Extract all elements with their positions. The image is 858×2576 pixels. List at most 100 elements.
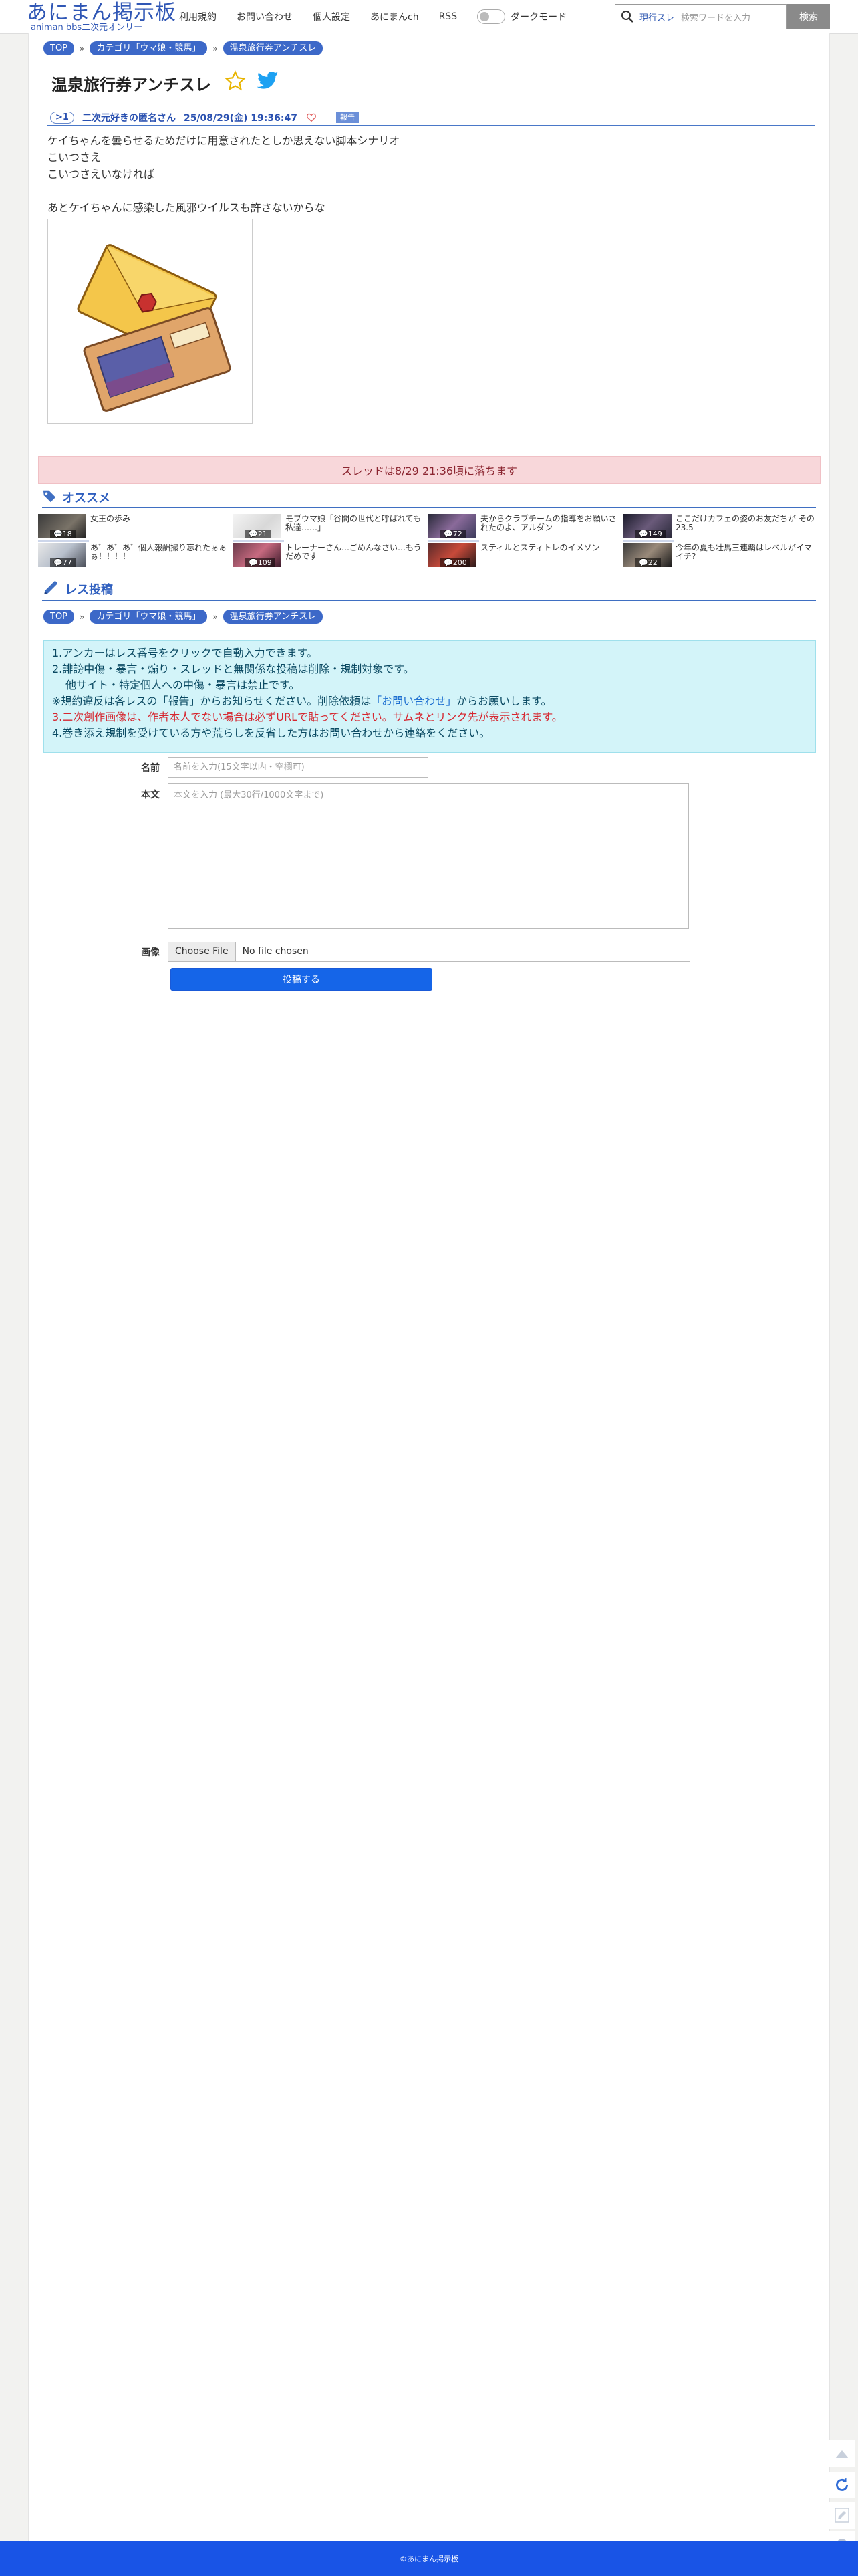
divider	[38, 540, 89, 542]
res-number[interactable]: >1	[50, 112, 74, 124]
rule-1: 1.アンカーはレス番号をクリックで自動入力できます。	[52, 647, 318, 659]
search-input[interactable]: 検索ワードを入力	[681, 11, 750, 23]
logo-title: あにまん掲示板	[27, 1, 176, 25]
tag-icon	[42, 489, 57, 506]
comment-count: 💬149	[635, 530, 666, 538]
main-content: TOP » カテゴリ「ウマ娘・競馬」 » 温泉旅行券アンチスレ 温泉旅行券アンチ…	[28, 33, 830, 2541]
recommend-title-text: トレーナーさん…ごめんなさい…もうだめです	[285, 543, 422, 561]
thread-title-row: 温泉旅行券アンチスレ	[51, 70, 279, 96]
divider	[233, 540, 284, 542]
reply-title: レス投稿	[65, 583, 113, 597]
rule-report: ※規約違反は各レスの「報告」からお知らせください。削除依頼は「お問い合わせ」から…	[52, 695, 552, 707]
breadcrumb-category[interactable]: カテゴリ「ウマ娘・競馬」	[90, 610, 208, 624]
recommend-item[interactable]: 💬200 スティルとスティトレのイメソン	[428, 543, 622, 567]
name-input[interactable]: 名前を入力(15文字以内・空欄可)	[168, 757, 428, 778]
breadcrumb-top[interactable]: TOP	[43, 41, 75, 55]
breadcrumb-separator: »	[80, 612, 85, 622]
comment-count: 💬109	[245, 558, 275, 567]
comment-count: 💬77	[50, 558, 76, 567]
breadcrumb-thread[interactable]: 温泉旅行券アンチスレ	[223, 610, 323, 624]
breadcrumb-top[interactable]: TOP	[43, 610, 75, 624]
rule-2: 2.誹謗中傷・暴言・煽り・スレッドと無関係な投稿は削除・規制対象です。	[52, 663, 414, 675]
twitter-icon[interactable]	[257, 71, 279, 94]
recommend-header: オススメ	[42, 488, 816, 508]
submit-button[interactable]: 投稿する	[170, 968, 432, 991]
choose-file-button[interactable]: Choose File	[168, 942, 236, 961]
thread-title: 温泉旅行券アンチスレ	[51, 75, 212, 94]
recommend-title-text: モブウマ娘「谷間の世代と呼ばれても私達……」	[285, 514, 422, 532]
nav-contact[interactable]: お問い合わせ	[237, 10, 293, 23]
site-footer: ©あにまん掲示板	[0, 2541, 858, 2576]
write-button[interactable]	[829, 2502, 855, 2529]
search-button[interactable]: 検索	[787, 4, 830, 29]
comment-count: 💬72	[440, 530, 466, 538]
scroll-top-button[interactable]	[829, 2440, 855, 2467]
report-button[interactable]: 報告	[335, 112, 359, 123]
breadcrumb-thread[interactable]: 温泉旅行券アンチスレ	[223, 41, 323, 55]
dark-mode-label: ダークモード	[511, 12, 567, 23]
recommend-title-text: 女王の歩み	[90, 514, 131, 523]
arrow-up-icon	[835, 2450, 849, 2458]
recommend-title-text: 今年の夏も壮馬三連覇はレベルがイマイチ?	[676, 543, 813, 561]
nav-animanch[interactable]: あにまんch	[370, 10, 419, 23]
rule-4: 4.巻き添え規制を受けている方や荒らしを反省した方はお問い合わせから連絡をくださ…	[52, 727, 490, 739]
heart-icon[interactable]	[307, 112, 316, 124]
search-category[interactable]: 現行スレ	[639, 11, 674, 23]
post-image[interactable]	[47, 219, 253, 424]
image-label: 画像	[141, 947, 160, 958]
breadcrumb-separator: »	[212, 43, 218, 53]
breadcrumb-separator: »	[80, 43, 85, 53]
dark-mode-toggle[interactable]	[477, 9, 506, 24]
nav-rss[interactable]: RSS	[439, 11, 458, 22]
comment-count: 💬18	[50, 530, 76, 538]
comment-count: 💬21	[245, 530, 271, 538]
recommend-item[interactable]: 💬22 今年の夏も壮馬三連覇はレベルがイマイチ?	[623, 543, 817, 567]
pencil-icon	[835, 2508, 849, 2523]
pencil-icon	[42, 579, 59, 599]
post-date: 25/08/29(金) 19:36:47	[183, 113, 297, 124]
recommend-item[interactable]: 💬18 女王の歩み	[38, 514, 232, 538]
breadcrumb: TOP » カテゴリ「ウマ娘・競馬」 » 温泉旅行券アンチスレ	[43, 41, 323, 55]
post-header: >1 二次元好きの匿名さん 25/08/29(金) 19:36:47 報告	[47, 110, 815, 126]
divider	[428, 540, 479, 542]
rule-3: 3.二次創作画像は、作者本人でない場合は必ずURLで貼ってください。サムネとリン…	[52, 711, 563, 723]
recommend-item[interactable]: 💬21 モブウマ娘「谷間の世代と呼ばれても私達……」	[233, 514, 427, 538]
ticket-envelope-illustration	[48, 219, 252, 423]
nav-terms[interactable]: 利用規約	[179, 10, 217, 23]
search-box[interactable]: 現行スレ 検索ワードを入力	[615, 4, 787, 29]
recommend-title-text: スティルとスティトレのイメソン	[480, 543, 600, 552]
file-status: No file chosen	[242, 946, 309, 957]
poster-name: 二次元好きの匿名さん	[82, 113, 176, 124]
contact-link[interactable]: 「お問い合わせ」	[371, 695, 456, 707]
reply-header: レス投稿	[42, 578, 816, 601]
site-header: あにまん掲示板 animan bbs二次元オンリー 利用規約 お問い合わせ 個人…	[0, 0, 858, 34]
recommend-item[interactable]: 💬109 トレーナーさん…ごめんなさい…もうだめです	[233, 543, 427, 567]
body-label: 本文	[141, 790, 160, 800]
favorite-star-icon[interactable]	[225, 70, 246, 96]
body-textarea[interactable]: 本文を入力 (最大30行/1000文字まで)	[168, 783, 689, 929]
recommend-item[interactable]: 💬149 ここだけカフェの姿のお友だちが その23.5	[623, 514, 817, 538]
comment-count: 💬200	[440, 558, 470, 567]
search-icon	[615, 5, 639, 29]
recommend-title: オススメ	[62, 491, 110, 505]
rule-2-sub: 他サイト・特定個人への中傷・暴言は禁止です。	[65, 679, 300, 691]
image-file-input[interactable]: Choose File No file chosen	[168, 941, 690, 962]
reload-icon	[836, 2478, 848, 2491]
recommend-item[interactable]: 💬77 あ゛あ゛あ゛個人報酬撮り忘れたぁぁぁ！！！！	[38, 543, 232, 567]
toggle-knob	[480, 12, 490, 21]
breadcrumb-separator: »	[212, 612, 218, 622]
posting-rules: 1.アンカーはレス番号をクリックで自動入力できます。 2.誹謗中傷・暴言・煽り・…	[43, 640, 816, 753]
breadcrumb-bottom: TOP » カテゴリ「ウマ娘・競馬」 » 温泉旅行券アンチスレ	[43, 610, 323, 624]
site-logo[interactable]: あにまん掲示板 animan bbs二次元オンリー	[27, 1, 176, 32]
name-label: 名前	[141, 763, 160, 774]
thread-expiry-notice: スレッドは8/29 21:36頃に落ちます	[38, 456, 821, 484]
nav-settings[interactable]: 個人設定	[313, 10, 350, 23]
top-nav: 利用規約 お問い合わせ 個人設定 あにまんch RSS ダークモード	[179, 0, 567, 33]
breadcrumb-category[interactable]: カテゴリ「ウマ娘・競馬」	[90, 41, 208, 55]
comment-count: 💬22	[635, 558, 661, 567]
recommend-title-text: ここだけカフェの姿のお友だちが その23.5	[676, 514, 815, 532]
recommend-title-text: 夫からクラブチームの指導をお願いされたのよ、アルダン	[480, 514, 617, 532]
post-body: ケイちゃんを曇らせるためだけに用意されたとしか思えない脚本シナリオ こいつさえ …	[47, 134, 400, 214]
reload-button[interactable]	[829, 2472, 855, 2498]
recommend-item[interactable]: 💬72 夫からクラブチームの指導をお願いされたのよ、アルダン	[428, 514, 622, 538]
